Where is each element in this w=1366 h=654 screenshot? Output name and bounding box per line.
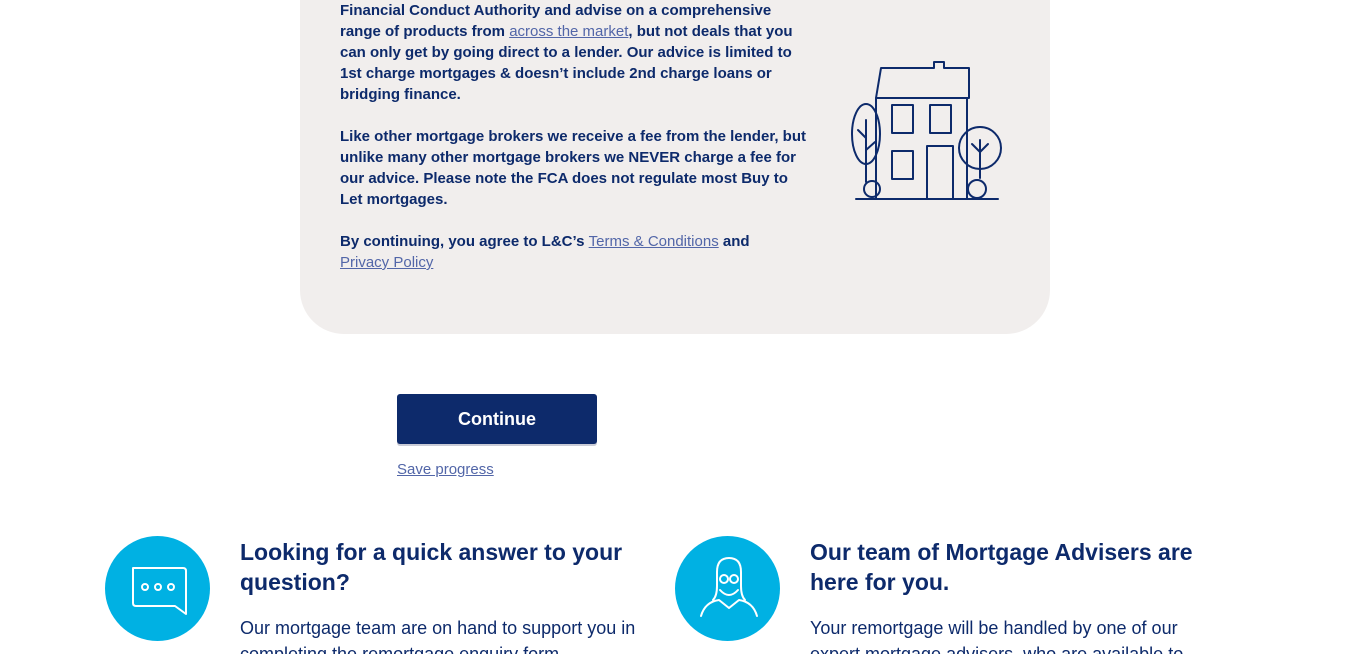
page: Financial Conduct Authority and advise o… [0, 0, 1366, 654]
fee-paragraph: Like other mortgage brokers we receive a… [340, 128, 806, 208]
chat-bubble-icon [105, 536, 210, 641]
across-the-market-link[interactable]: across the market [509, 23, 628, 40]
house-illustration-icon [851, 61, 1002, 200]
mortgage-advisers-heading: Our team of Mortgage Advisers are here f… [810, 539, 1193, 595]
quick-answer-body: Our mortgage team are on hand to support… [240, 618, 636, 654]
terms-prefix: By continuing, you agree to L&C’s [340, 233, 589, 250]
fca-info-text: Financial Conduct Authority and advise o… [340, 0, 810, 294]
fca-paragraph-scope: Financial Conduct Authority and advise o… [340, 0, 810, 105]
privacy-policy-link[interactable]: Privacy Policy [340, 254, 433, 271]
terms-paragraph: By continuing, you agree to L&C’s Terms … [340, 231, 810, 273]
quick-answer-heading: Looking for a quick answer to your quest… [240, 539, 623, 595]
mortgage-advisers-body: Your remortgage will be handled by one o… [810, 618, 1184, 654]
save-progress-link[interactable]: Save progress [397, 461, 494, 478]
terms-and: and [718, 233, 750, 250]
continue-button[interactable]: Continue [397, 394, 597, 444]
adviser-person-icon [675, 536, 780, 641]
fca-info-card: Financial Conduct Authority and advise o… [300, 0, 1050, 334]
terms-conditions-link[interactable]: Terms & Conditions [589, 233, 719, 250]
